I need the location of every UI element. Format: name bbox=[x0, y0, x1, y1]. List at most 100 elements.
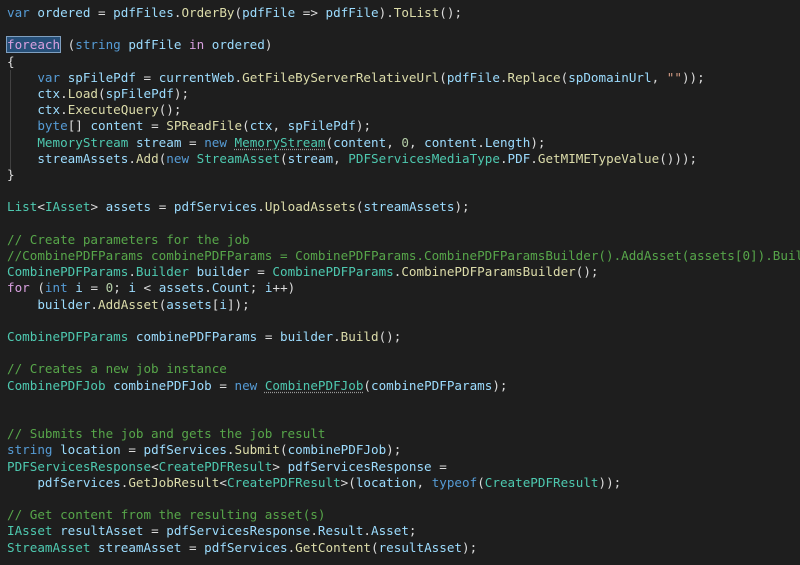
code-token: CreatePDFResult bbox=[158, 458, 273, 474]
code-line[interactable]: var ordered = pdfFiles.OrderBy(pdfFile =… bbox=[7, 5, 462, 21]
code-line[interactable]: CombinePDFParams combinePDFParams = buil… bbox=[7, 329, 401, 345]
code-token: new bbox=[204, 134, 235, 150]
code-token: >( bbox=[340, 474, 356, 490]
code-line[interactable]: streamAssets.Add(new StreamAsset(stream,… bbox=[7, 151, 697, 167]
code-token: stream bbox=[287, 150, 334, 166]
code-token: { bbox=[7, 53, 15, 69]
code-token: [] bbox=[67, 118, 91, 134]
code-token: = bbox=[431, 458, 447, 474]
code-token: new bbox=[166, 150, 197, 166]
code-line[interactable]: // Create parameters for the job bbox=[7, 232, 250, 248]
code-line[interactable]: PDFServicesResponse<CreatePDFResult> pdf… bbox=[7, 459, 447, 475]
code-token: int bbox=[44, 280, 76, 296]
code-token: content bbox=[90, 118, 144, 134]
code-line[interactable]: foreach (string pdfFile in ordered) bbox=[5, 36, 272, 54]
code-line[interactable]: ctx.ExecuteQuery(); bbox=[7, 102, 181, 118]
code-token: i bbox=[264, 280, 273, 296]
code-token: ())); bbox=[659, 150, 698, 166]
code-token: . bbox=[128, 264, 136, 280]
code-line[interactable]: var spFilePdf = currentWeb.GetFileByServ… bbox=[7, 69, 704, 86]
code-token: = bbox=[181, 539, 205, 555]
code-token: (); bbox=[575, 264, 599, 280]
code-line[interactable]: List<IAsset> assets = pdfServices.Upload… bbox=[7, 199, 470, 215]
code-token: pdfServicesResponse bbox=[287, 458, 432, 474]
code-token: Load bbox=[67, 86, 99, 101]
code-token: ( bbox=[439, 69, 447, 85]
code-token: SPReadFile bbox=[166, 118, 243, 134]
code-token: PDFServicesResponse bbox=[7, 458, 152, 474]
code-token: assets bbox=[166, 296, 212, 312]
code-token: StreamAsset bbox=[7, 539, 91, 555]
code-line[interactable]: string location = pdfServices.Submit(com… bbox=[7, 442, 401, 458]
code-token: StreamAsset bbox=[196, 150, 281, 166]
code-token: 0 bbox=[401, 134, 409, 150]
code-token: i bbox=[75, 280, 83, 296]
code-token: ); bbox=[492, 377, 508, 393]
code-token: , bbox=[408, 134, 425, 150]
code-line[interactable]: byte[] content = SPReadFile(ctx, spFileP… bbox=[7, 118, 371, 134]
code-token: ); bbox=[355, 118, 372, 134]
code-line[interactable]: IAsset resultAsset = pdfServicesResponse… bbox=[7, 523, 417, 539]
code-line[interactable]: builder.AddAsset(assets[i]); bbox=[7, 296, 249, 313]
code-token: pdfServices bbox=[37, 474, 121, 490]
code-token: ); bbox=[386, 442, 402, 458]
code-token: stream bbox=[135, 134, 182, 150]
code-line[interactable]: pdfServices.GetJobResult<CreatePDFResult… bbox=[7, 475, 621, 491]
code-token: . bbox=[333, 329, 341, 344]
code-token: typeof bbox=[431, 474, 478, 490]
code-token: = bbox=[82, 280, 106, 296]
code-line[interactable]: CombinePDFJob combinePDFJob = new Combin… bbox=[7, 378, 508, 394]
code-token: ctx bbox=[37, 86, 61, 101]
code-token: combinePDFParams bbox=[371, 377, 493, 393]
code-line[interactable]: ctx.Load(spFilePdf); bbox=[7, 86, 189, 102]
code-token: new bbox=[234, 377, 265, 393]
code-token: ( bbox=[363, 377, 372, 393]
code-token: CombinePDFParams bbox=[7, 329, 129, 344]
code-token: < bbox=[135, 280, 159, 296]
code-token: Submit bbox=[234, 442, 281, 458]
code-token: > bbox=[90, 199, 106, 215]
code-token: foreach bbox=[5, 36, 62, 54]
code-line[interactable]: for (int i = 0; i < assets.Count; i++) bbox=[7, 280, 295, 296]
code-token: ( bbox=[280, 442, 288, 458]
code-line[interactable]: // Submits the job and gets the job resu… bbox=[7, 426, 325, 442]
code-token: string bbox=[7, 442, 61, 458]
code-token: for bbox=[7, 280, 30, 296]
code-line[interactable]: // Creates a new job instance bbox=[7, 361, 227, 377]
code-token: ordered bbox=[37, 5, 91, 20]
code-token: // Creates a new job instance bbox=[7, 361, 227, 377]
code-token: pdfServices bbox=[143, 442, 227, 458]
code-token: . bbox=[477, 134, 485, 150]
code-token: ( bbox=[98, 86, 106, 101]
code-token: spFilePdf bbox=[67, 69, 136, 85]
code-editor[interactable]: var ordered = pdfFiles.OrderBy(pdfFile =… bbox=[0, 0, 800, 565]
code-token: // Create parameters for the job bbox=[7, 231, 250, 247]
code-token: ( bbox=[60, 37, 76, 53]
code-token: = bbox=[135, 69, 159, 85]
code-token: var bbox=[7, 5, 38, 20]
code-token: ); bbox=[530, 134, 546, 150]
code-token: var bbox=[37, 69, 68, 85]
code-line[interactable]: //CombinePDFParams combinePDFParams = Co… bbox=[7, 248, 800, 264]
code-token: pdfServices bbox=[204, 539, 288, 555]
code-line[interactable]: MemoryStream stream = new MemoryStream(c… bbox=[7, 135, 545, 151]
code-line[interactable]: StreamAsset streamAsset = pdfServices.Ge… bbox=[7, 540, 477, 556]
code-token: ( bbox=[242, 118, 250, 134]
code-token: = bbox=[90, 5, 114, 20]
code-token: . bbox=[499, 69, 508, 85]
code-token: (); bbox=[158, 102, 182, 118]
code-line[interactable]: { bbox=[7, 54, 15, 70]
code-line[interactable]: // Get content from the resulting asset(… bbox=[7, 507, 325, 523]
code-line[interactable]: } bbox=[7, 167, 15, 183]
code-token: ctx bbox=[37, 102, 61, 118]
code-token: List bbox=[7, 199, 38, 215]
code-line[interactable]: CombinePDFParams.Builder builder = Combi… bbox=[7, 264, 598, 280]
code-token: . bbox=[128, 150, 136, 166]
code-token: location bbox=[60, 442, 121, 458]
